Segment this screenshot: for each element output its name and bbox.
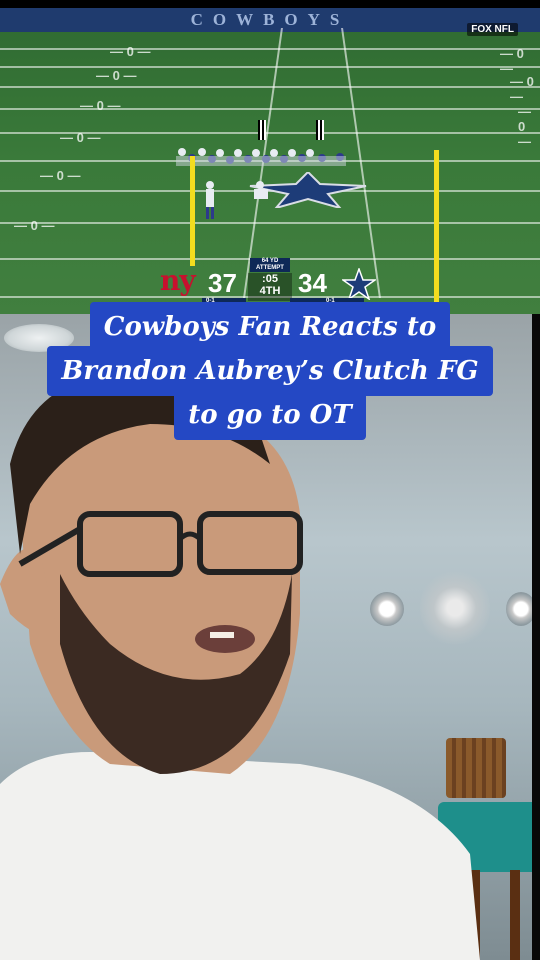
yard-number: — 0 — xyxy=(14,218,55,233)
yard-line xyxy=(0,86,540,88)
yard-number: — 0 — xyxy=(110,44,151,59)
holder-player xyxy=(254,181,268,199)
caption-line-3: to go to OT xyxy=(174,390,366,440)
game-clock: :05 4TH xyxy=(248,273,292,301)
yard-line xyxy=(0,222,540,224)
yard-line xyxy=(0,48,540,50)
caption-line-2: Brandon Aubrey’s Clutch FG xyxy=(47,346,493,396)
giants-logo: ny xyxy=(160,264,196,297)
yard-number: — 0 — xyxy=(60,130,101,145)
yard-number: — 0 — xyxy=(80,98,121,113)
field-goal-attempt-label: 64 YD ATTEMPT xyxy=(250,258,290,272)
goalpost-left xyxy=(190,156,195,266)
players-formation xyxy=(176,148,346,166)
goalpost-right xyxy=(434,150,439,310)
yard-line xyxy=(0,66,540,68)
network-logo: FOX NFL xyxy=(467,23,518,36)
top-black-bar xyxy=(0,0,540,8)
away-score: 37 xyxy=(208,268,237,298)
yard-number: — 0 — xyxy=(500,46,524,76)
video-caption: Cowboys Fan Reacts to Brandon Aubrey’s C… xyxy=(0,302,540,440)
quarter: 4TH xyxy=(259,285,281,297)
caption-line-1: Cowboys Fan Reacts to xyxy=(89,302,451,352)
clock-time: :05 xyxy=(262,273,278,285)
endzone: COWBOYS xyxy=(0,8,540,32)
yard-number: — 0 — xyxy=(518,104,531,149)
home-score: 34 xyxy=(298,268,327,298)
referee xyxy=(316,120,324,140)
kicker-player xyxy=(206,181,214,219)
referee xyxy=(258,120,266,140)
yard-number: — 0 — xyxy=(96,68,137,83)
cowboys-star-icon xyxy=(342,268,376,300)
yard-number: — 0 — xyxy=(40,168,81,183)
yard-number: — 0 — xyxy=(510,74,534,104)
football-field-video: COWBOYS FOX NFL — 0 — — 0 — — 0 — — 0 — … xyxy=(0,8,540,314)
endzone-text: COWBOYS xyxy=(190,10,350,29)
